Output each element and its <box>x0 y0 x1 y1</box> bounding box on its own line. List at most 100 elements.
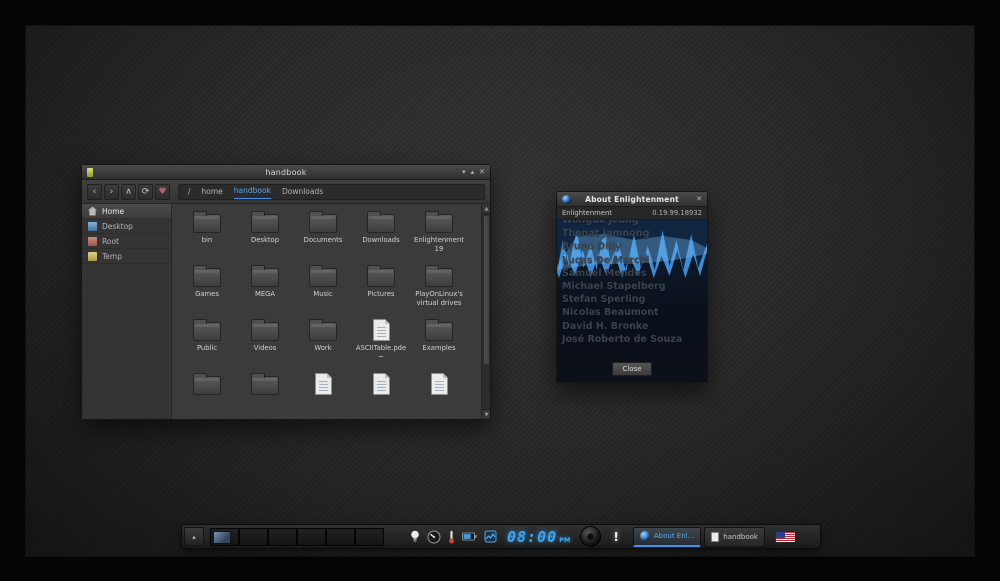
scroll-down-icon[interactable]: ▼ <box>482 409 490 419</box>
sidebar-item-root[interactable]: Root <box>82 234 171 249</box>
pager <box>210 527 384 546</box>
about-titlebar[interactable]: About Enlightenment ✕ <box>557 192 707 207</box>
pager-desk-2[interactable] <box>239 527 268 546</box>
temperature-icon[interactable] <box>448 530 455 544</box>
folder-icon <box>367 211 395 233</box>
scroll-up-icon[interactable]: ▲ <box>482 204 490 214</box>
favorites-icon[interactable]: ♥ <box>155 183 170 200</box>
grid-item-asciitable-pde[interactable]: ASCIITable.pde ~ <box>352 315 410 369</box>
fm-titlebar[interactable]: handbook ▾ ▴ ✕ <box>82 165 490 180</box>
grid-item-label: Documents <box>303 236 343 244</box>
grid-item-label: PlayOnLinux's virtual drives <box>415 290 463 307</box>
fm-icon-view[interactable]: bin Desktop Documents Downloads Enlightenmen… <box>172 204 490 419</box>
grid-item-documents[interactable]: Documents <box>294 207 352 261</box>
shade-icon[interactable]: ▾ <box>462 166 466 179</box>
grid-item-unlabeled[interactable] <box>294 369 352 419</box>
keyboard-layout-us-flag-icon[interactable] <box>774 530 796 543</box>
grid-item-label: Pictures <box>367 290 395 298</box>
breadcrumb-item-home[interactable]: home <box>202 185 223 199</box>
sidebar-item-temp[interactable]: Temp <box>82 249 171 264</box>
grid-item-music[interactable]: Music <box>294 261 352 315</box>
mixer-knob[interactable] <box>580 526 602 547</box>
forward-icon[interactable]: › <box>104 183 119 200</box>
folder-icon <box>367 265 395 287</box>
grid-item-pictures[interactable]: Pictures <box>352 261 410 315</box>
clock-gadget[interactable]: 08:00 PM <box>507 528 570 546</box>
grid-item-work[interactable]: Work <box>294 315 352 369</box>
cpufreq-icon[interactable] <box>427 530 441 544</box>
pager-desk-6[interactable] <box>355 527 384 546</box>
grid-item-public[interactable]: Public <box>178 315 236 369</box>
grid-item-label: Enlightenment 19 <box>414 236 464 253</box>
close-button[interactable]: Close <box>612 362 652 376</box>
credit-name: Michael Stapelberg <box>562 281 666 293</box>
cpumonitor-icon[interactable] <box>484 530 497 543</box>
refresh-icon[interactable]: ⟳ <box>138 183 153 200</box>
grid-item-mega[interactable]: MEGA <box>236 261 294 315</box>
grid-item-label: Games <box>195 290 219 298</box>
maximize-icon[interactable]: ▴ <box>471 166 475 179</box>
grid-item-examples[interactable]: Examples <box>410 315 468 369</box>
grid-item-enlightenment[interactable]: Enlightenment 19 <box>410 207 468 261</box>
folder-icon <box>309 319 337 341</box>
icon-box <box>251 315 279 341</box>
desktop-icon <box>88 221 97 231</box>
grid-item-unlabeled[interactable] <box>352 369 410 419</box>
folder-icon <box>425 211 453 233</box>
close-icon[interactable]: ✕ <box>479 166 485 179</box>
taskbar-item-handbook[interactable]: handbook <box>704 526 765 547</box>
shelf-handle-icon[interactable]: ▴ <box>184 527 204 546</box>
about-close-icon[interactable]: ✕ <box>696 193 702 206</box>
scrollbar-thumb[interactable] <box>483 215 490 365</box>
backlight-icon[interactable] <box>410 530 420 544</box>
breadcrumb-item-handbook[interactable]: handbook <box>233 185 271 199</box>
icon-box <box>430 369 448 395</box>
pager-desk-3[interactable] <box>268 527 297 546</box>
about-title: About Enlightenment <box>585 194 679 204</box>
fm-icon-grid: bin Desktop Documents Downloads Enlightenmen… <box>178 207 468 419</box>
grid-item-playonlinux-s[interactable]: PlayOnLinux's virtual drives <box>410 261 468 315</box>
enlightenment-logo-icon <box>562 194 571 204</box>
about-dialog: About Enlightenment ✕ Enlightenment 0.19… <box>556 191 708 383</box>
back-icon[interactable]: ‹ <box>87 183 102 200</box>
pager-desk-4[interactable] <box>297 527 326 546</box>
grid-item-videos[interactable]: Videos <box>236 315 294 369</box>
folder-icon <box>251 319 279 341</box>
grid-item-unlabeled[interactable] <box>178 369 236 419</box>
grid-item-games[interactable]: Games <box>178 261 236 315</box>
grid-item-unlabeled[interactable] <box>410 369 468 419</box>
grid-item-unlabeled[interactable] <box>236 369 294 419</box>
credits-list: Wonguk Jeong Thanat Jamnong Bruno Dilly Luc… <box>562 220 707 346</box>
credit-name: José Roberto de Souza <box>562 333 683 345</box>
battery-icon[interactable] <box>462 532 477 541</box>
window-buttons: ▾ ▴ ✕ <box>462 166 485 179</box>
file-icon <box>430 373 448 395</box>
icon-box <box>309 207 337 233</box>
breadcrumb-item-downloads[interactable]: Downloads <box>282 185 323 199</box>
taskbar-item-about-enl[interactable]: About Enl... <box>632 526 702 547</box>
sidebar-item-desktop[interactable]: Desktop <box>82 219 171 234</box>
icon-box <box>425 207 453 233</box>
grid-item-bin[interactable]: bin <box>178 207 236 261</box>
alert-icon[interactable]: ! <box>613 530 618 544</box>
pager-desk-1[interactable] <box>210 527 239 546</box>
shelf: ▴ 08:00 PM ! About Enl... handbook <box>181 524 821 549</box>
clock-time: 08:00 <box>507 527 558 546</box>
folder-icon <box>251 265 279 287</box>
desktop[interactable]: handbook ▾ ▴ ✕ ‹ › ∧ ⟳ ♥ / home handbook Do… <box>25 25 975 557</box>
folder-icon <box>251 373 279 395</box>
fm-scrollbar[interactable]: ▲ ▼ <box>481 204 490 419</box>
gadget-area <box>410 530 497 544</box>
breadcrumb-item-root[interactable]: / <box>188 185 191 199</box>
up-icon[interactable]: ∧ <box>121 183 136 200</box>
credit-name: Nicolas Beaumont <box>562 307 659 319</box>
grid-item-desktop[interactable]: Desktop <box>236 207 294 261</box>
pager-desk-5[interactable] <box>326 527 355 546</box>
icon-box <box>193 369 221 395</box>
folder-icon <box>425 319 453 341</box>
grid-item-downloads[interactable]: Downloads <box>352 207 410 261</box>
screen: handbook ▾ ▴ ✕ ‹ › ∧ ⟳ ♥ / home handbook Do… <box>0 0 1000 581</box>
icon-box <box>372 315 390 341</box>
temp-icon <box>88 251 97 261</box>
sidebar-item-home[interactable]: Home <box>82 204 171 219</box>
